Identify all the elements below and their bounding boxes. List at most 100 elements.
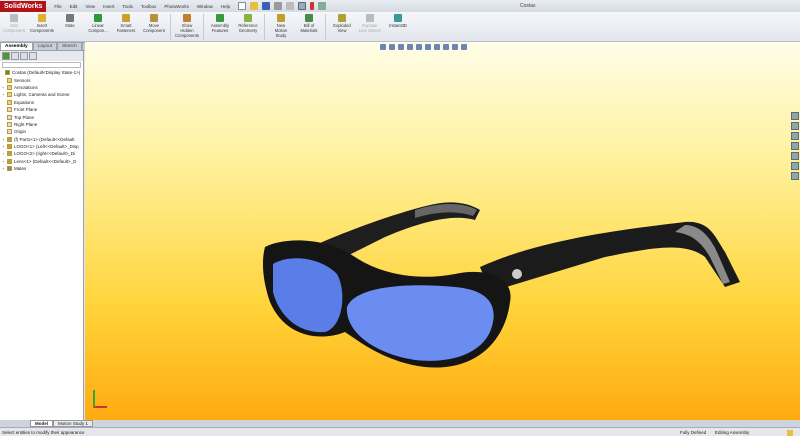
tree-item-label: Lights, Cameras and Scene [14, 92, 70, 98]
tree-node-icon [7, 92, 12, 98]
tree-item[interactable]: + (f) Part1<1> (Default<<Default [0, 136, 83, 143]
tree-item-label: Equations [14, 99, 35, 105]
mate-icon [66, 14, 74, 22]
open-icon[interactable] [250, 2, 259, 10]
tree-item[interactable]: + Mates [0, 165, 83, 172]
print-icon[interactable] [274, 2, 283, 10]
sunglasses-model[interactable] [85, 42, 800, 420]
insert-components-button[interactable]: Insert Components [30, 14, 54, 33]
exploded-view-button[interactable]: Exploded View [331, 14, 353, 33]
tree-item-label: (f) Part1<1> (Default<<Default [14, 136, 75, 142]
linear-compon-icon [94, 14, 102, 22]
menu-view[interactable]: View [85, 4, 95, 9]
tab-motion-study[interactable]: Motion Study 1 [53, 420, 94, 427]
button-label: Assembly Features [210, 23, 230, 33]
move-component-button[interactable]: Move Component [143, 14, 165, 33]
feature-manager-icon[interactable] [2, 52, 10, 60]
reference-geometry-button[interactable]: Reference Geometry [237, 14, 259, 33]
tree-item-label: LOGO<1> (Left<<Default>_Disp [14, 144, 79, 150]
menu-help[interactable]: Help [221, 4, 230, 9]
menu-file[interactable]: File [54, 4, 61, 9]
tree-item-label: Mates [14, 166, 27, 172]
instant3d-button[interactable]: Instant3D [387, 14, 409, 28]
undo-icon[interactable] [286, 2, 295, 10]
property-manager-icon[interactable] [11, 52, 19, 60]
options-icon[interactable] [318, 2, 327, 10]
configuration-manager-icon[interactable] [20, 52, 28, 60]
separator [170, 14, 171, 40]
tab-assembly[interactable]: Assembly [0, 42, 33, 51]
menu-window[interactable]: Window [197, 4, 213, 9]
button-label: New Motion Study [274, 23, 288, 38]
menu-toolbox[interactable]: Toolbox [141, 4, 157, 9]
view-palette-icon[interactable] [791, 152, 799, 160]
tree-item[interactable]: + LOGO<1> (Left<<Default>_Disp [0, 143, 83, 150]
exploded-view-icon [338, 14, 346, 22]
tree-item[interactable]: + LOGO<2> (right<<Default>_Di [0, 150, 83, 157]
triad-axes-icon [93, 390, 107, 408]
tree-item[interactable]: + Lens<1> (Default<<Default>_D [0, 158, 83, 165]
tree-item[interactable]: Sensors [0, 76, 83, 83]
status-message: Select entities to modify their appearan… [2, 429, 85, 435]
menu-insert[interactable]: Insert [103, 4, 114, 9]
tree-item-label: Sensors [14, 77, 31, 83]
button-label: Instant3D [389, 23, 407, 28]
tree-item[interactable]: Costas (Default<Display State-1>) [0, 69, 83, 76]
select-icon[interactable] [298, 2, 307, 10]
menu-tools[interactable]: Tools [122, 4, 133, 9]
tree-item[interactable]: + Lights, Cameras and Scene [0, 91, 83, 98]
tree-item[interactable]: Equations [0, 99, 83, 106]
new-icon[interactable] [238, 2, 247, 10]
help-icon[interactable] [787, 430, 793, 436]
file-explorer-icon[interactable] [791, 132, 799, 140]
tree-node-icon [7, 158, 12, 164]
solidworks-resources-icon[interactable] [791, 112, 799, 120]
button-label: Edit Component [3, 23, 25, 33]
button-label: Move Component [143, 23, 165, 33]
linear-compon-button[interactable]: Linear Compon... [87, 14, 109, 33]
button-label: Insert Components [30, 23, 54, 33]
menu-edit[interactable]: Edit [70, 4, 78, 9]
button-label: Exploded View [333, 23, 351, 33]
smart-fasteners-button[interactable]: Smart Fasteners [115, 14, 137, 33]
tree-item[interactable]: Top Plane [0, 113, 83, 120]
tree-filter[interactable] [2, 62, 81, 68]
tree-item[interactable]: Right Plane [0, 121, 83, 128]
mate-button[interactable]: Mate [59, 14, 81, 28]
rebuild-icon[interactable] [310, 2, 315, 10]
bill-of-materials-button[interactable]: Bill of Materials [298, 14, 320, 33]
tree-node-icon [7, 114, 12, 120]
assembly-features-icon [216, 14, 224, 22]
tab-layout[interactable]: Layout [32, 42, 58, 51]
new-motion-study-button[interactable]: New Motion Study [270, 14, 292, 38]
tree-item-label: LOGO<2> (right<<Default>_Di [14, 151, 76, 157]
edit-component-button[interactable]: Edit Component [3, 14, 25, 33]
design-library-icon[interactable] [791, 122, 799, 130]
tree-node-icon [7, 144, 12, 150]
save-icon[interactable] [262, 2, 271, 10]
graphics-viewport[interactable] [85, 42, 800, 420]
tree-node-icon [7, 121, 12, 127]
tab-sketch[interactable]: Sketch [57, 42, 82, 51]
feature-manager-panel: Costas (Default<Display State-1>) Sensors… [0, 51, 84, 420]
custom-properties-icon[interactable] [791, 172, 799, 180]
explode-line-sketch-button[interactable]: Explode Line Sketch [359, 14, 381, 33]
move-component-icon [150, 14, 158, 22]
costas-logo [512, 269, 522, 279]
window-title: Costas [520, 3, 536, 9]
tree-item[interactable]: Front Plane [0, 106, 83, 113]
tree-item[interactable]: Origin [0, 128, 83, 135]
task-pane-tabs [790, 112, 800, 182]
show-hidden-components-button[interactable]: Show Hidden Components [175, 14, 199, 38]
solidworks-logo[interactable]: SolidWorks [0, 0, 47, 12]
search-icon[interactable] [791, 142, 799, 150]
tree-item[interactable]: + Annotations [0, 84, 83, 91]
button-label: Bill of Materials [300, 23, 318, 33]
new-motion-study-icon [277, 14, 285, 22]
menu-photoworks[interactable]: PhotoWorks [164, 4, 188, 9]
display-manager-icon[interactable] [29, 52, 37, 60]
tab-model[interactable]: Model [30, 420, 53, 427]
assembly-features-button[interactable]: Assembly Features [209, 14, 231, 33]
show-hidden-components-icon [183, 14, 191, 22]
appearances-icon[interactable] [791, 162, 799, 170]
